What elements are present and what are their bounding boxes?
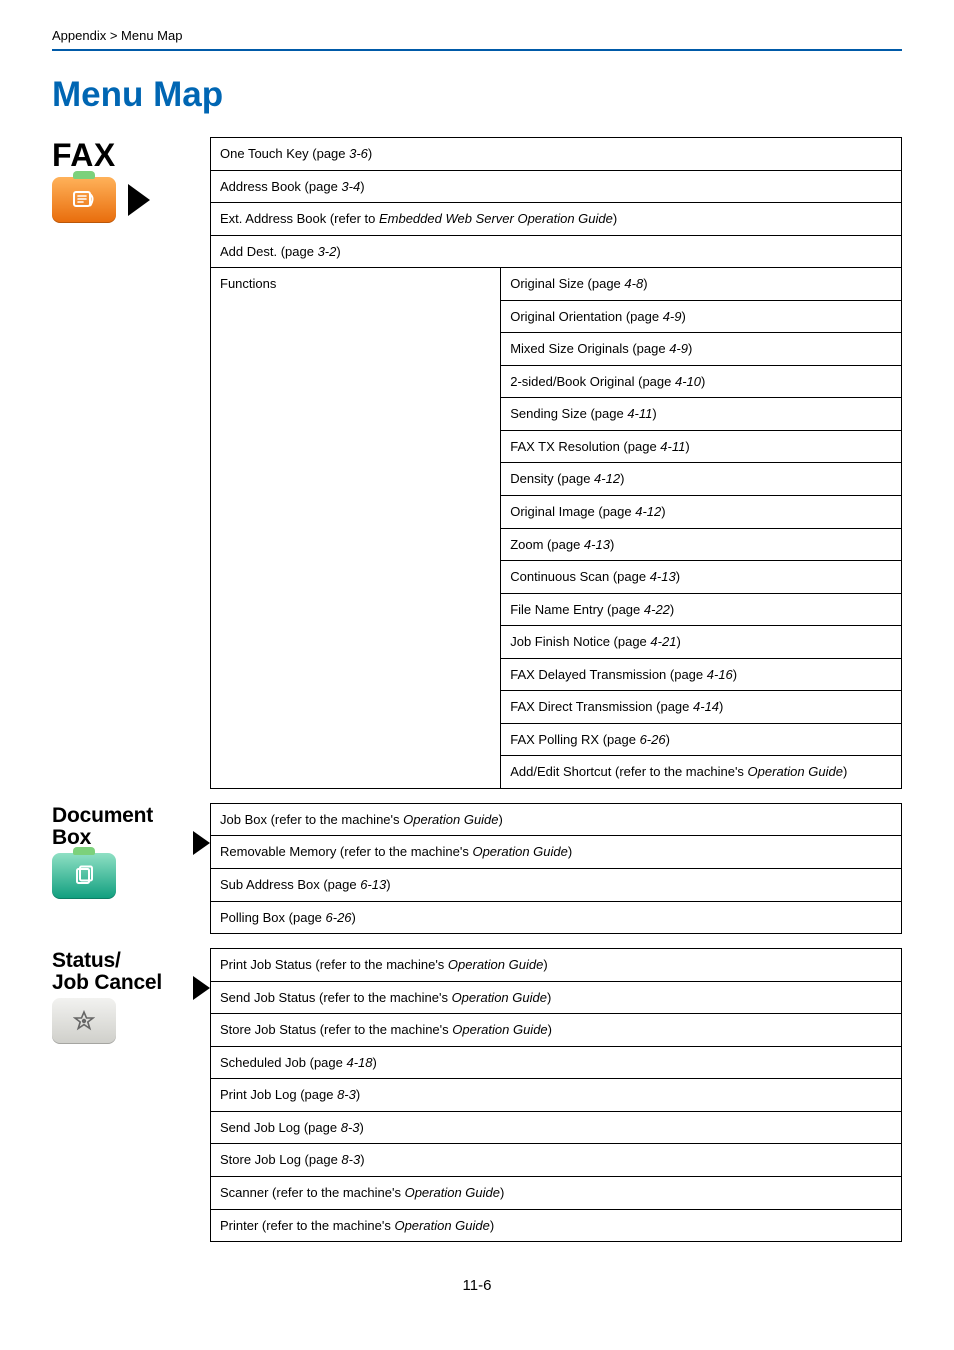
table-row: Job Finish Notice (page 4-21): [501, 626, 902, 659]
document-box-label-1: Document: [52, 805, 183, 827]
table-row: Scanner (refer to the machine's Operatio…: [211, 1176, 902, 1209]
page-number: 11-6: [0, 1277, 954, 1294]
section-status-job-cancel: Status/ Job Cancel Print Job Status (ref…: [52, 948, 902, 1242]
table-row: Store Job Log (page 8-3): [211, 1144, 902, 1177]
table-row: Polling Box (page 6-26): [211, 901, 902, 934]
table-row: Continuous Scan (page 4-13): [501, 561, 902, 594]
table-row: Mixed Size Originals (page 4-9): [501, 333, 902, 366]
fax-table: One Touch Key (page 3-6) Address Book (p…: [210, 137, 902, 789]
table-row: Sending Size (page 4-11): [501, 398, 902, 431]
table-row: FAX TX Resolution (page 4-11): [501, 430, 902, 463]
breadcrumb-right: Menu Map: [121, 28, 182, 43]
table-row: Job Box (refer to the machine's Operatio…: [211, 803, 902, 836]
page-title: Menu Map: [52, 75, 902, 115]
table-row: Printer (refer to the machine's Operatio…: [211, 1209, 902, 1242]
table-row: FAX Polling RX (page 6-26): [501, 723, 902, 756]
table-row: Address Book (page 3-4): [211, 170, 902, 203]
table-row: Original Orientation (page 4-9): [501, 300, 902, 333]
table-row: File Name Entry (page 4-22): [501, 593, 902, 626]
table-row: Ext. Address Book (refer to Embedded Web…: [211, 203, 902, 236]
table-row: Sub Address Box (page 6-13): [211, 869, 902, 902]
header-rule: [52, 49, 902, 51]
document-box-key-icon: [52, 853, 116, 899]
document-box-table: Job Box (refer to the machine's Operatio…: [210, 803, 902, 934]
table-row: Add Dest. (page 3-2): [211, 235, 902, 268]
status-label-2: Job Cancel: [52, 972, 183, 994]
fax-key-icon: [52, 177, 116, 223]
table-row: Print Job Log (page 8-3): [211, 1079, 902, 1112]
table-row: Removable Memory (refer to the machine's…: [211, 836, 902, 869]
document-box-label-2: Box: [52, 827, 183, 849]
table-row: Original Size (page 4-8): [501, 268, 902, 301]
status-glyph-icon: [73, 1010, 95, 1032]
table-row: Zoom (page 4-13): [501, 528, 902, 561]
table-row: Send Job Log (page 8-3): [211, 1111, 902, 1144]
arrow-icon: [128, 184, 150, 216]
arrow-icon: [193, 976, 210, 1000]
arrow-icon: [193, 831, 210, 855]
table-row: Print Job Status (refer to the machine's…: [211, 949, 902, 982]
breadcrumb: Appendix > Menu Map: [52, 28, 902, 43]
fax-glyph-icon: [71, 189, 97, 211]
section-document-box: Document Box Job Box (refer to the machi…: [52, 803, 902, 934]
table-row: One Touch Key (page 3-6): [211, 138, 902, 171]
table-row: FAX Delayed Transmission (page 4-16): [501, 658, 902, 691]
table-row: Scheduled Job (page 4-18): [211, 1046, 902, 1079]
breadcrumb-left: Appendix: [52, 28, 106, 43]
table-row: Density (page 4-12): [501, 463, 902, 496]
table-row: Original Image (page 4-12): [501, 496, 902, 529]
table-row: Send Job Status (refer to the machine's …: [211, 981, 902, 1014]
status-key-icon: [52, 998, 116, 1044]
fax-label: FAX: [52, 139, 150, 173]
section-fax: FAX One Touch Key (pag: [52, 137, 902, 789]
table-row: FAX Direct Transmission (page 4-14): [501, 691, 902, 724]
status-table: Print Job Status (refer to the machine's…: [210, 948, 902, 1242]
breadcrumb-sep: >: [106, 28, 121, 43]
table-row: Store Job Status (refer to the machine's…: [211, 1014, 902, 1047]
functions-label-cell: Functions: [211, 268, 501, 789]
status-label-1: Status/: [52, 950, 183, 972]
document-box-glyph-icon: [71, 865, 97, 887]
table-row: Add/Edit Shortcut (refer to the machine'…: [501, 756, 902, 789]
table-row: 2-sided/Book Original (page 4-10): [501, 365, 902, 398]
